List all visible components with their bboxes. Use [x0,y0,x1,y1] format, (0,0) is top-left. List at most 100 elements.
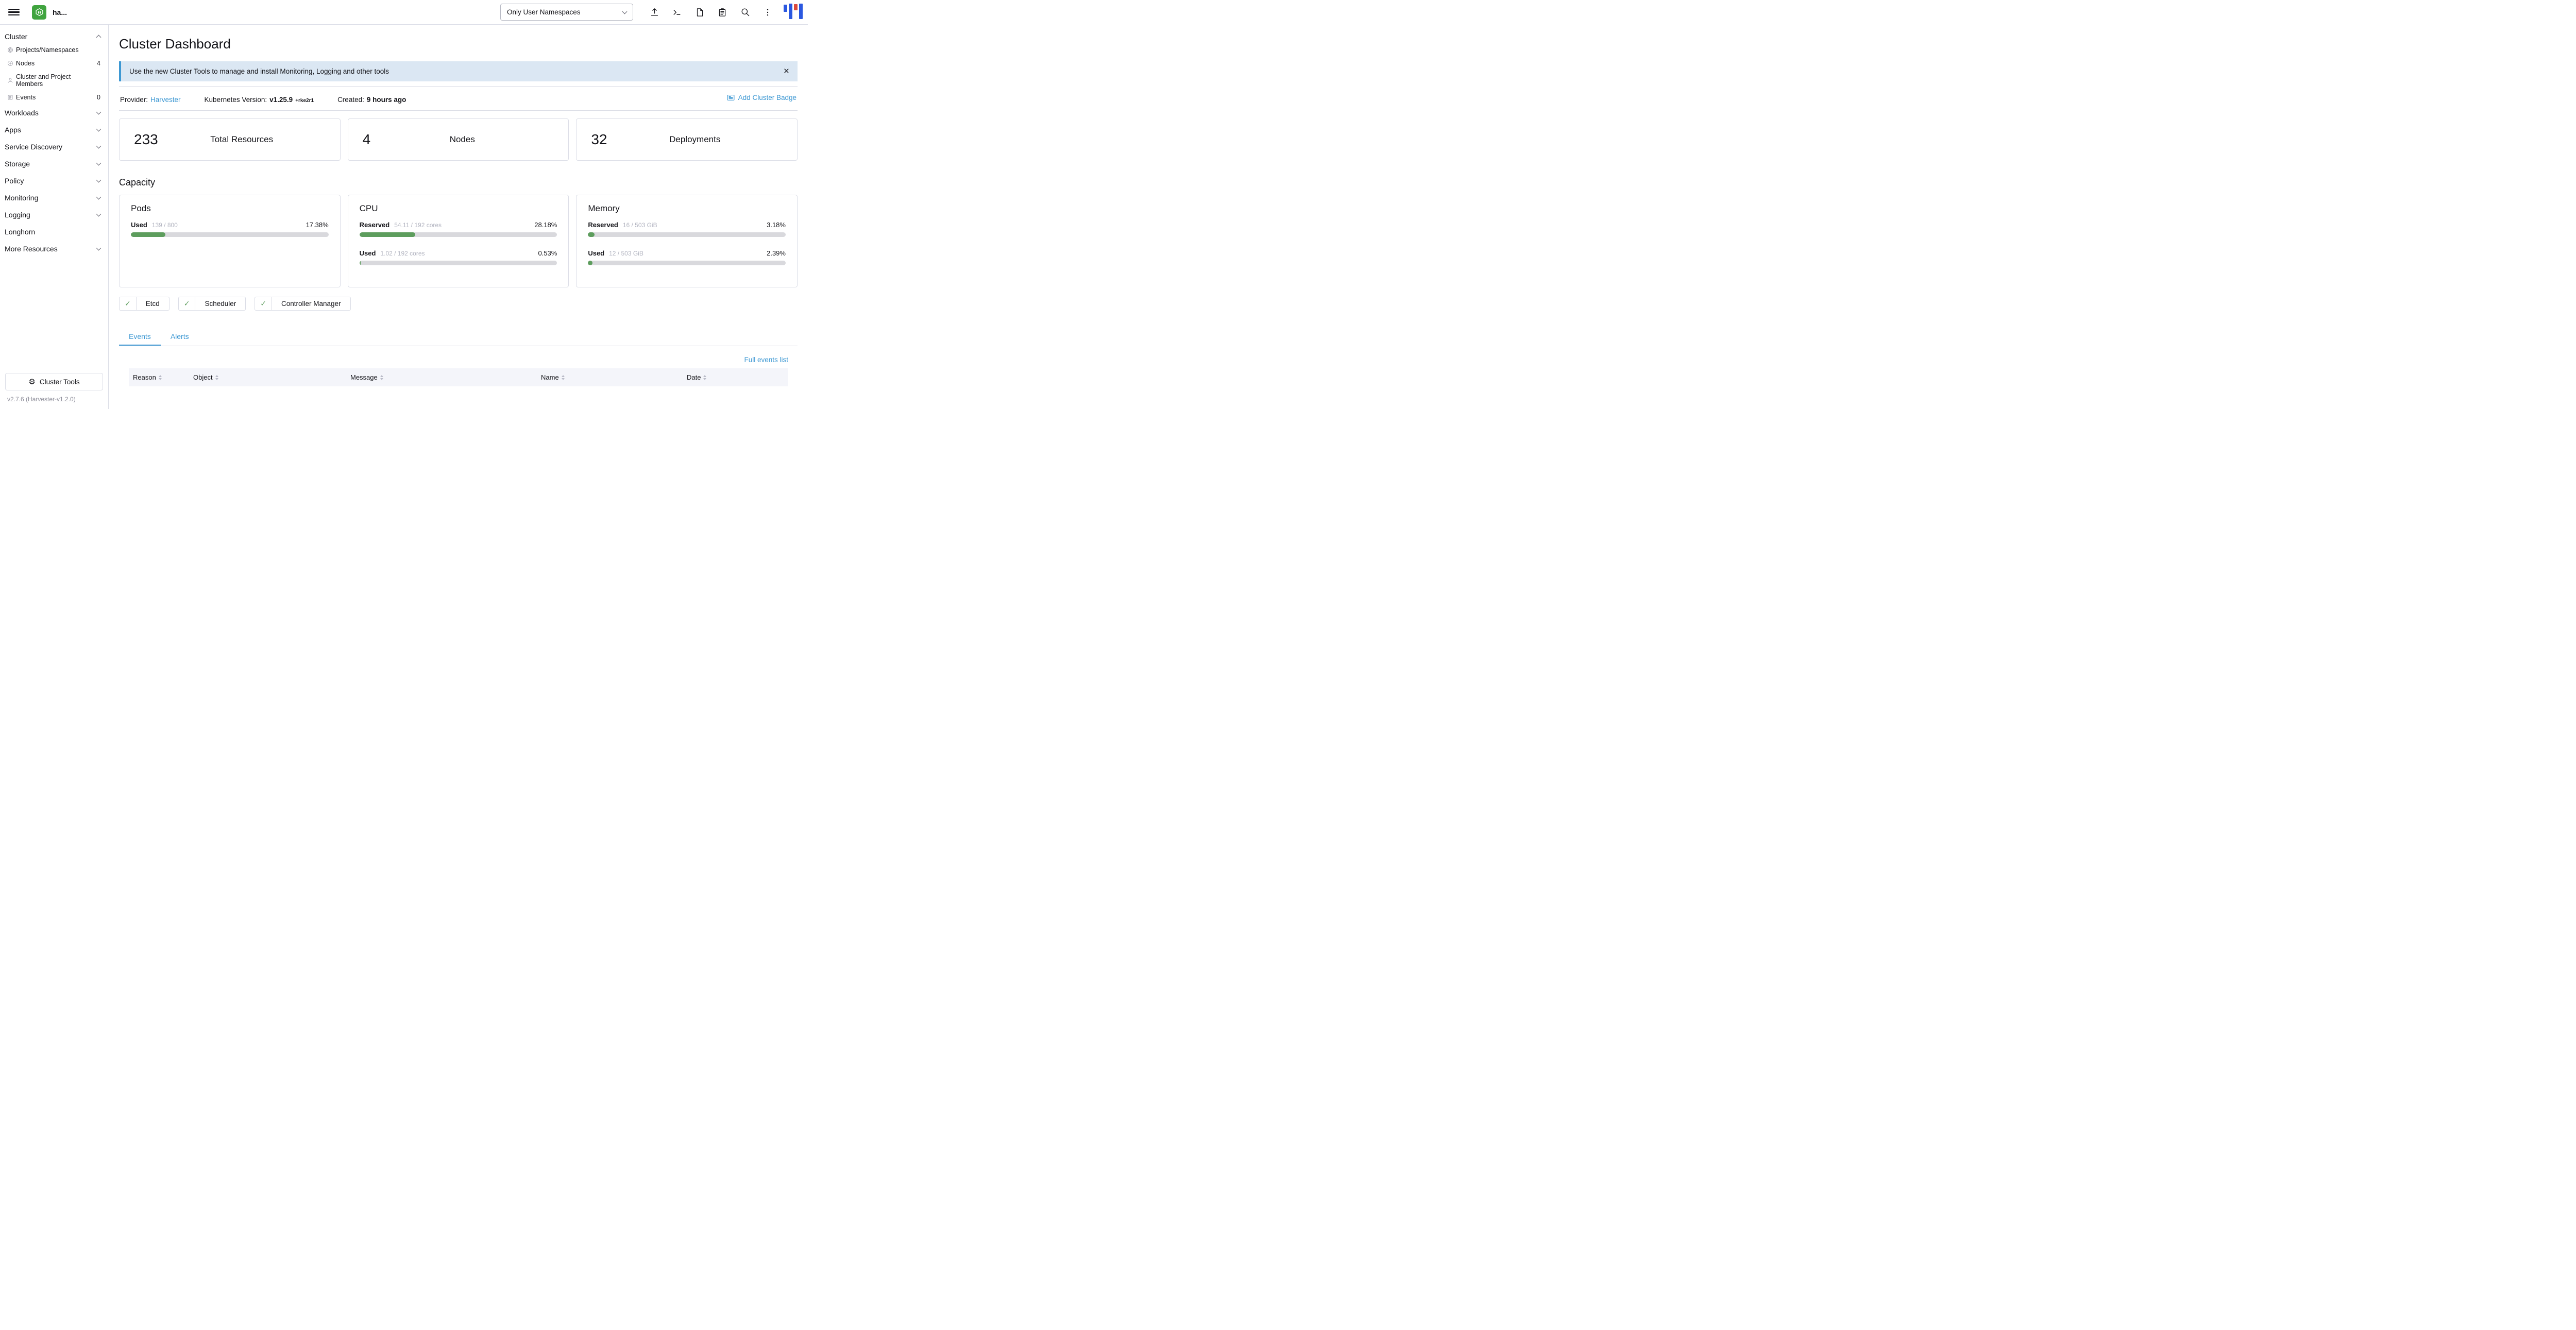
download-kubeconfig-button[interactable] [690,3,709,22]
sidebar-group-cluster-label: Cluster [5,32,27,41]
capacity-row-percent: 0.53% [538,249,557,257]
progress-fill [131,232,165,237]
capacity-row-percent: 17.38% [306,221,329,229]
created-label: Created: [337,96,364,104]
section-label: Monitoring [5,194,38,202]
harvester-logo[interactable] [32,5,46,20]
column-label: Date [687,373,701,381]
component-health-row: ✓ Etcd ✓ Scheduler ✓ Controller Manager [119,297,798,311]
column-label: Object [193,373,213,381]
progress-bar [131,232,329,237]
provider-link[interactable]: Harvester [150,96,181,104]
capacity-card-title: CPU [360,203,557,214]
close-icon: × [784,66,789,77]
progress-bar [588,261,786,265]
capacity-row-label: Used [131,221,147,229]
sidebar-footer: ⚙ Cluster Tools v2.7.6 (Harvester-v1.2.0… [0,373,108,409]
section-label: Logging [5,211,30,219]
tab-alerts[interactable]: Alerts [161,328,199,346]
sidebar-item-cluster-members[interactable]: Cluster and Project Members [0,70,108,91]
stat-value: 32 [591,131,607,148]
top-header: ha... Only User Namespaces [0,0,808,25]
chevron-down-icon [96,212,101,217]
cluster-meta-row: Provider: Harvester Kubernetes Version: … [119,87,798,110]
stat-value: 4 [363,131,371,148]
sidebar-item-label: Projects/Namespaces [16,46,79,54]
progress-fill [360,232,415,237]
health-badge-etcd: ✓ Etcd [119,297,170,311]
banner-close-button[interactable]: × [784,66,789,76]
harvester-logo-icon [35,8,44,16]
divider [119,110,798,111]
tab-events[interactable]: Events [119,328,161,346]
capacity-row: Used 1.02 / 192 cores 0.53% [360,249,557,265]
section-label: Policy [5,177,24,185]
events-table-body [129,386,788,401]
header-kebab-menu[interactable] [758,3,777,22]
stat-nodes: 4 Nodes [348,118,569,161]
health-badge-label: Etcd [137,297,169,310]
sort-icon [562,375,565,380]
sort-icon [215,375,218,380]
sort-icon [703,375,706,380]
chevron-down-icon [96,144,101,149]
health-badge-label: Controller Manager [272,297,350,310]
search-button[interactable] [735,3,755,22]
sidebar-section-workloads[interactable]: Workloads [0,105,108,121]
health-badge-controller-manager: ✓ Controller Manager [255,297,350,311]
capacity-row: Used 12 / 503 GiB 2.39% [588,249,786,265]
check-icon: ✓ [179,297,196,310]
menu-toggle-button[interactable] [8,7,20,18]
column-header-reason[interactable]: Reason [129,368,189,386]
cluster-tools-button[interactable]: ⚙ Cluster Tools [5,373,103,390]
sidebar-group-cluster[interactable]: Cluster [0,29,108,43]
sidebar-item-projects-namespaces[interactable]: Projects/Namespaces [0,43,108,57]
full-events-list-link[interactable]: Full events list [744,356,788,364]
events-alerts-panel: Events Alerts Full events list Reason Ob… [119,328,798,401]
column-header-date[interactable]: Date [683,368,788,386]
column-header-name[interactable]: Name [537,368,683,386]
kubectl-shell-button[interactable] [667,3,687,22]
sidebar-item-label: Nodes [16,60,35,67]
kubernetes-version-suffix: +rke2r1 [295,98,314,104]
section-label: Workloads [5,109,39,117]
section-label: Storage [5,160,30,168]
capacity-row: Reserved 54.11 / 192 cores 28.18% [360,221,557,237]
capacity-row-detail: 139 / 800 [152,221,178,229]
sidebar-section-more-resources[interactable]: More Resources [0,241,108,257]
namespace-filter-select[interactable]: Only User Namespaces [500,4,633,21]
chevron-up-icon [96,35,101,40]
capacity-row-detail: 54.11 / 192 cores [394,221,442,229]
sidebar-section-apps[interactable]: Apps [0,122,108,138]
import-yaml-button[interactable] [645,3,664,22]
sidebar-item-label: Events [16,94,36,101]
capacity-row: Reserved 16 / 503 GiB 3.18% [588,221,786,237]
stat-label: Nodes [370,134,554,145]
main-content: Cluster Dashboard Use the new Cluster To… [109,25,808,409]
sidebar-section-monitoring[interactable]: Monitoring [0,190,108,206]
created-meta: Created: 9 hours ago [337,96,406,104]
stat-total-resources: 233 Total Resources [119,118,341,161]
progress-fill [360,261,361,265]
sidebar-section-policy[interactable]: Policy [0,173,108,189]
sidebar-item-nodes[interactable]: Nodes 4 [0,57,108,70]
sidebar-section-storage[interactable]: Storage [0,156,108,172]
events-table-header: Reason Object Message Name [129,368,788,386]
sidebar-section-service-discovery[interactable]: Service Discovery [0,139,108,155]
column-header-message[interactable]: Message [346,368,537,386]
chevron-down-icon [622,9,628,14]
capacity-row-detail: 1.02 / 192 cores [380,250,425,257]
sidebar-item-events[interactable]: Events 0 [0,91,108,104]
column-header-object[interactable]: Object [189,368,346,386]
capacity-heading: Capacity [119,177,798,188]
item-count: 0 [97,94,100,101]
progress-fill [588,232,594,237]
section-label: Service Discovery [5,143,62,151]
gear-icon: ⚙ [28,377,35,386]
sidebar-section-longhorn[interactable]: Longhorn [0,224,108,240]
upload-icon [650,7,659,17]
tab-bar: Events Alerts [119,328,798,346]
add-cluster-badge-link[interactable]: Add Cluster Badge [726,93,796,102]
sidebar-section-logging[interactable]: Logging [0,207,108,223]
copy-kubeconfig-button[interactable] [713,3,732,22]
